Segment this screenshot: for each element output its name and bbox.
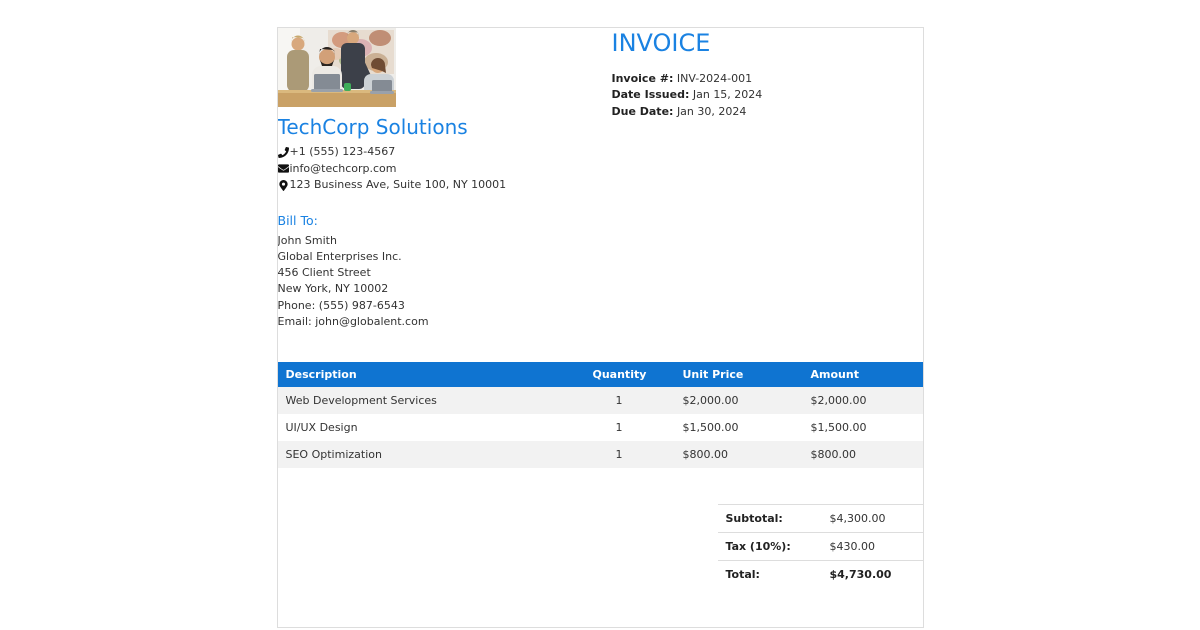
invoice-document: TechCorp Solutions +1 (555) 123-4567 inf… [277,27,924,628]
column-header-description: Description [278,362,585,387]
bill-to-name: John Smith [278,233,612,249]
company-name: TechCorp Solutions [278,116,612,139]
bill-to-email: Email: john@globalent.com [278,314,612,330]
item-quantity: 1 [585,441,675,468]
location-icon [278,180,289,191]
date-issued-label: Date Issued: [612,88,690,101]
invoice-number-value: INV-2024-001 [677,72,752,85]
tax-value: $430.00 [822,540,876,553]
invoice-number-line: Invoice #: INV-2024-001 [612,71,923,88]
email-icon [278,163,289,174]
table-row: Web Development Services 1 $2,000.00 $2,… [278,387,923,414]
column-header-quantity: Quantity [585,362,675,387]
column-header-amount: Amount [803,362,923,387]
item-unit-price: $2,000.00 [675,387,803,414]
item-amount: $1,500.00 [803,414,923,441]
item-description: UI/UX Design [278,414,585,441]
total-value: $4,730.00 [822,568,892,581]
invoice-title: INVOICE [612,30,923,58]
company-phone: +1 (555) 123-4567 [290,144,396,161]
total-row: Total: $4,730.00 [718,560,923,588]
company-address: 123 Business Ave, Suite 100, NY 10001 [290,177,507,194]
invoice-number-label: Invoice #: [612,72,674,85]
bill-to-phone: Phone: (555) 987-6543 [278,298,612,314]
date-issued-line: Date Issued: Jan 15, 2024 [612,87,923,104]
company-address-line: 123 Business Ave, Suite 100, NY 10001 [278,177,612,194]
subtotal-row: Subtotal: $4,300.00 [718,504,923,532]
item-description: Web Development Services [278,387,585,414]
invoice-header: TechCorp Solutions +1 (555) 123-4567 inf… [278,28,923,330]
item-description: SEO Optimization [278,441,585,468]
item-unit-price: $1,500.00 [675,414,803,441]
totals-section: Subtotal: $4,300.00 Tax (10%): $430.00 T… [718,504,923,588]
date-issued-value: Jan 15, 2024 [693,88,762,101]
company-photo [278,28,396,107]
bill-to-street: 456 Client Street [278,265,612,281]
bill-to-company: Global Enterprises Inc. [278,249,612,265]
due-date-label: Due Date: [612,105,674,118]
subtotal-value: $4,300.00 [822,512,886,525]
bill-to-section: Bill To: John Smith Global Enterprises I… [278,213,612,331]
table-header-row: Description Quantity Unit Price Amount [278,362,923,387]
item-quantity: 1 [585,387,675,414]
item-amount: $2,000.00 [803,387,923,414]
company-phone-line: +1 (555) 123-4567 [278,144,612,161]
item-unit-price: $800.00 [675,441,803,468]
invoice-meta-column: INVOICE Invoice #: INV-2024-001 Date Iss… [612,28,923,120]
item-quantity: 1 [585,414,675,441]
tax-label: Tax (10%): [718,540,822,553]
line-items-table: Description Quantity Unit Price Amount W… [278,362,923,468]
company-email: info@techcorp.com [290,161,397,178]
phone-icon [278,147,289,158]
total-label: Total: [718,568,822,581]
bill-to-heading: Bill To: [278,213,612,228]
company-column: TechCorp Solutions +1 (555) 123-4567 inf… [278,28,612,330]
column-header-unit-price: Unit Price [675,362,803,387]
item-amount: $800.00 [803,441,923,468]
table-row: SEO Optimization 1 $800.00 $800.00 [278,441,923,468]
due-date-value: Jan 30, 2024 [677,105,746,118]
table-row: UI/UX Design 1 $1,500.00 $1,500.00 [278,414,923,441]
company-email-line: info@techcorp.com [278,161,612,178]
bill-to-city: New York, NY 10002 [278,281,612,297]
subtotal-label: Subtotal: [718,512,822,525]
due-date-line: Due Date: Jan 30, 2024 [612,104,923,121]
tax-row: Tax (10%): $430.00 [718,532,923,560]
